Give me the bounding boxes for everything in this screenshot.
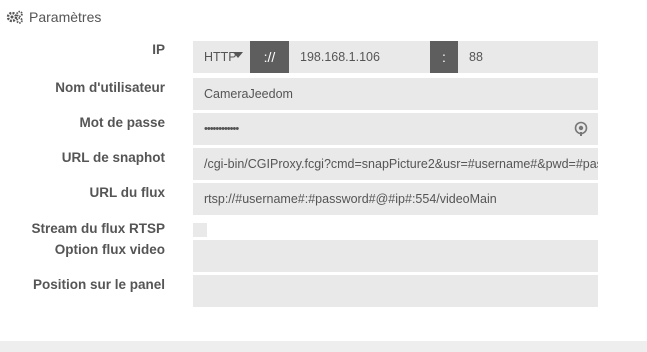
- gears-icon: [6, 10, 24, 24]
- stream-url-input[interactable]: rtsp://#username#:#password#@#ip#:554/vi…: [193, 183, 598, 215]
- ip-address-value: 198.168.1.106: [300, 50, 380, 64]
- port-separator: :: [430, 41, 458, 73]
- rtsp-stream-checkbox[interactable]: [193, 223, 207, 237]
- password-label: Mot de passe: [79, 115, 165, 130]
- ip-label: IP: [152, 42, 165, 57]
- panel-position-input[interactable]: [193, 275, 598, 307]
- ip-address-input[interactable]: 198.168.1.106: [289, 41, 430, 73]
- username-label: Nom d'utilisateur: [55, 80, 165, 95]
- snapshot-url-value: /cgi-bin/CGIProxy.fcgi?cmd=snapPicture2&…: [204, 157, 598, 171]
- section-header: Paramètres: [6, 7, 101, 27]
- video-option-label: Option flux video: [54, 242, 165, 257]
- protocol-separator: ://: [250, 41, 289, 73]
- caret-down-icon: [233, 52, 243, 58]
- stream-url-value: rtsp://#username#:#password#@#ip#:554/vi…: [204, 192, 497, 206]
- snapshot-url-input[interactable]: /cgi-bin/CGIProxy.fcgi?cmd=snapPicture2&…: [193, 148, 598, 180]
- eye-icon[interactable]: [574, 121, 588, 139]
- password-input[interactable]: ••••••••••••: [193, 113, 598, 145]
- video-option-input[interactable]: [193, 240, 598, 272]
- stream-url-label: URL du flux: [89, 185, 166, 200]
- username-value: CameraJeedom: [204, 87, 293, 101]
- protocol-value: HTTP: [204, 50, 237, 64]
- protocol-select[interactable]: HTTP: [193, 41, 250, 73]
- port-value: 88: [469, 50, 483, 64]
- rtsp-stream-label: Stream du flux RTSP: [31, 221, 165, 236]
- port-input[interactable]: 88: [458, 41, 598, 73]
- bottom-divider: [0, 341, 647, 352]
- username-input[interactable]: CameraJeedom: [193, 78, 598, 110]
- section-title: Paramètres: [29, 9, 102, 25]
- panel-position-label: Position sur le panel: [32, 277, 165, 292]
- password-value: ••••••••••••: [204, 123, 239, 135]
- snapshot-url-label: URL de snaphot: [61, 150, 165, 165]
